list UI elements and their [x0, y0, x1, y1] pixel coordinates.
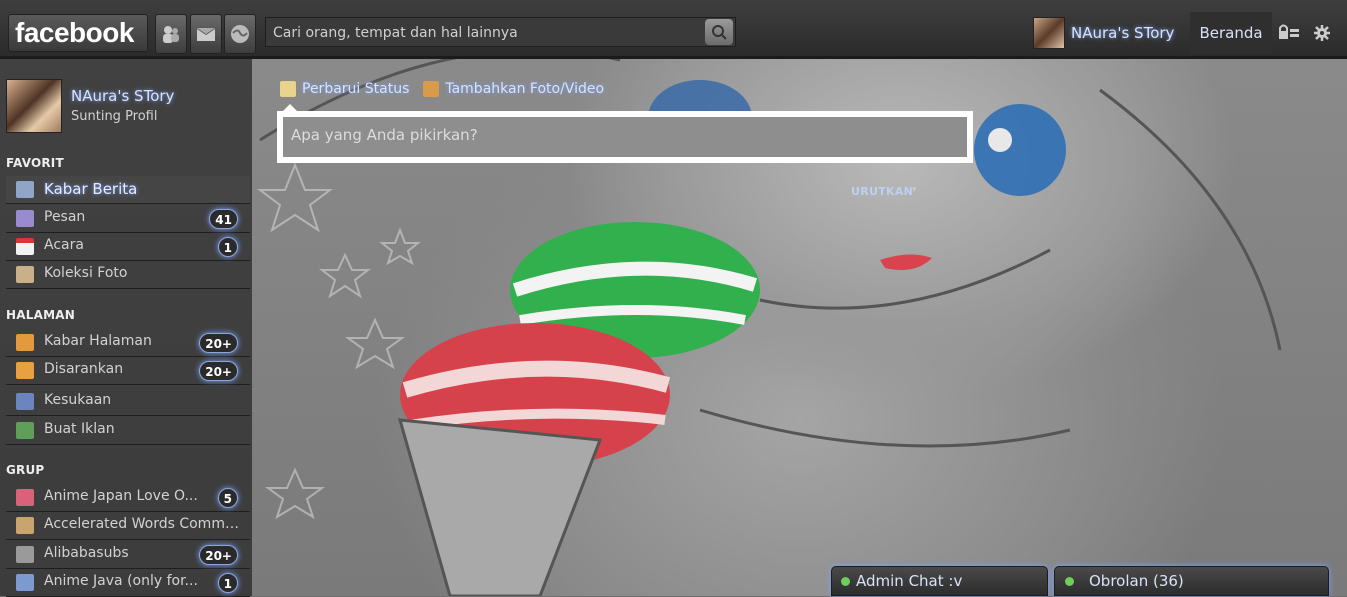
unread-count-badge: 20+ — [199, 333, 238, 353]
sidebar-item-label: Kabar Berita — [44, 180, 138, 198]
search-bar — [265, 17, 736, 48]
profile-name: NAura's STory — [1071, 24, 1175, 42]
profile-link[interactable]: NAura's STory — [1033, 17, 1174, 49]
sidebar-item-create-ad[interactable]: Buat Iklan — [6, 417, 250, 445]
sidebar-item-group[interactable]: Accelerated Words Commu... — [6, 512, 250, 540]
sidebar-item-group[interactable]: Anime Japan Love O... 5 — [6, 484, 250, 512]
unread-count-badge: 41 — [209, 209, 238, 229]
sidebar-item-messages[interactable]: Pesan 41 — [6, 205, 250, 233]
sidebar-item-label: Alibabasubs — [44, 545, 129, 561]
sidebar-item-group[interactable]: Alibabasubs 20+ — [6, 541, 250, 569]
add-photo-video-label: Tambahkan Foto/Video — [445, 81, 605, 97]
unread-count-badge: 20+ — [199, 361, 238, 381]
chat-tab-label: Obrolan (36) — [1089, 572, 1184, 590]
composer-pointer — [283, 104, 297, 111]
facebook-logo[interactable]: facebook — [8, 14, 148, 52]
status-input[interactable]: Apa yang Anda pikirkan? — [283, 117, 967, 157]
sort-feed-button[interactable]: URUTKAN — [851, 185, 913, 198]
notifications-icon[interactable] — [224, 14, 256, 54]
group-icon — [16, 517, 34, 534]
avatar[interactable] — [6, 79, 62, 133]
chevron-down-icon[interactable]: ▾ — [912, 185, 917, 195]
unread-count-badge: 1 — [217, 237, 238, 257]
photo-icon — [423, 81, 440, 97]
groups-heading: GRUP — [6, 463, 45, 477]
sidebar-item-label: Buat Iklan — [44, 421, 115, 437]
create-ad-icon — [16, 422, 34, 439]
group-icon — [16, 546, 34, 563]
top-navigation-bar: facebook NAura's STory Beranda — [0, 0, 1347, 59]
search-button[interactable] — [705, 19, 733, 45]
left-sidebar: NAura's STory Sunting Profil FAVORIT Kab… — [0, 59, 252, 597]
gear-icon — [1314, 25, 1330, 41]
sidebar-item-label: Pesan — [44, 209, 86, 225]
messages-icon[interactable] — [190, 14, 222, 54]
sidebar-item-label: Kesukaan — [44, 392, 112, 408]
group-icon — [16, 574, 34, 591]
suggested-icon — [16, 362, 34, 379]
sidebar-item-suggested[interactable]: Disarankan 20+ — [6, 357, 250, 385]
sidebar-item-likes[interactable]: Kesukaan — [6, 388, 250, 416]
sidebar-item-label: Anime Java (only for... — [44, 573, 198, 589]
sidebar-item-label: Kabar Halaman — [44, 333, 152, 349]
avatar — [1033, 17, 1065, 49]
status-composer: Apa yang Anda pikirkan? — [277, 111, 973, 163]
photos-icon — [16, 266, 34, 283]
friend-requests-icon[interactable] — [155, 14, 187, 54]
chat-tab-admin[interactable]: Admin Chat :v — [831, 566, 1048, 596]
sidebar-item-news-feed[interactable]: Kabar Berita — [6, 176, 250, 204]
account-settings-button[interactable] — [1310, 20, 1338, 46]
news-feed-icon — [16, 181, 34, 198]
pages-feed-icon — [16, 334, 34, 351]
messages-icon — [16, 210, 34, 227]
composer-tabs: Perbarui Status Tambahkan Foto/Video — [280, 78, 604, 100]
pages-heading: HALAMAN — [6, 308, 75, 322]
favorites-heading: FAVORIT — [6, 156, 64, 170]
unread-count-badge: 1 — [217, 573, 238, 593]
add-photo-video-link[interactable]: Tambahkan Foto/Video — [423, 78, 604, 100]
status-icon — [280, 81, 296, 97]
sidebar-item-label: Koleksi Foto — [44, 265, 128, 281]
user-profile-summary: NAura's STory Sunting Profil — [6, 79, 246, 135]
update-status-link[interactable]: Perbarui Status — [280, 78, 409, 100]
user-name-link[interactable]: NAura's STory — [71, 87, 174, 105]
sidebar-item-label: Acara — [44, 237, 84, 253]
edit-profile-link[interactable]: Sunting Profil — [71, 109, 158, 124]
search-icon — [712, 25, 727, 40]
sidebar-item-label: Accelerated Words Commu... — [44, 516, 239, 532]
sidebar-item-label: Disarankan — [44, 361, 124, 377]
unread-count-badge: 20+ — [199, 545, 238, 565]
chat-sidebar-toggle[interactable]: Obrolan (36) — [1054, 566, 1329, 596]
chat-tab-label: Admin Chat :v — [856, 572, 963, 590]
home-link[interactable]: Beranda — [1190, 12, 1272, 54]
sidebar-item-photos[interactable]: Koleksi Foto — [6, 261, 250, 289]
calendar-icon — [16, 238, 34, 255]
search-input[interactable] — [266, 18, 705, 48]
sidebar-item-pages-feed[interactable]: Kabar Halaman 20+ — [6, 329, 250, 357]
sidebar-item-label: Anime Japan Love O... — [44, 488, 198, 504]
update-status-label: Perbarui Status — [302, 81, 410, 97]
lock-icon — [1279, 24, 1299, 39]
privacy-shortcuts-button[interactable] — [1275, 20, 1303, 46]
unread-count-badge: 5 — [217, 488, 238, 508]
sidebar-item-events[interactable]: Acara 1 — [6, 233, 250, 261]
sidebar-item-group[interactable]: Anime Java (only for... 1 — [6, 569, 250, 597]
group-icon — [16, 489, 34, 506]
online-status-icon — [841, 577, 850, 586]
like-icon — [16, 393, 34, 410]
online-friends-icon — [1065, 577, 1074, 586]
